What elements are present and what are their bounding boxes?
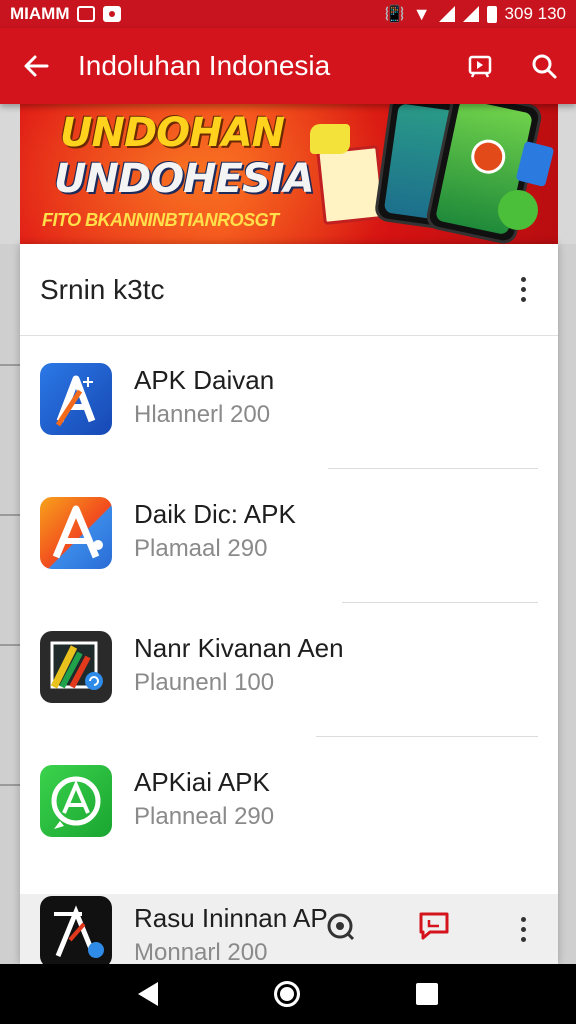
app-subtitle: Monnarl 200 xyxy=(134,939,268,964)
chat-icon xyxy=(327,913,355,941)
signal-icon xyxy=(438,6,455,22)
list-item[interactable]: Rasu Ininnan AP Monnarl 200 xyxy=(20,894,558,964)
more-vert-icon xyxy=(520,916,526,922)
promo-banner[interactable]: UNDOHAN UNDOHESIA FITO BKANNINBTIANROSGT xyxy=(20,104,558,244)
feedback-button[interactable] xyxy=(416,908,452,944)
banner-mascot-graphic xyxy=(498,190,538,230)
nav-home-icon[interactable] xyxy=(274,981,300,1007)
app-toolbar: Indoluhan Indonesia xyxy=(0,28,576,104)
more-options-button[interactable] xyxy=(508,270,538,310)
nav-recents-icon[interactable] xyxy=(416,983,438,1005)
app-subtitle: Hlannerl 200 xyxy=(134,401,271,428)
chat-button[interactable] xyxy=(322,908,358,944)
banner-headline: UNDOHAN xyxy=(60,110,285,156)
toolbar-title: Indoluhan Indonesia xyxy=(78,50,331,81)
apk-a-orange-icon xyxy=(40,497,112,569)
system-nav-bar xyxy=(0,964,576,1024)
sheet-title: Srnin k3tc xyxy=(40,273,165,305)
share-icon xyxy=(468,55,492,78)
search-button[interactable] xyxy=(512,28,576,104)
banner-headline-2: UNDOHESIA xyxy=(54,156,315,202)
clock: 309 130 xyxy=(504,4,566,23)
app-list-sheet: Srnin k3tc APK Daivan Hlannerl 200 Daik … xyxy=(20,244,558,964)
list-item[interactable]: APK Daivan Hlannerl 200 xyxy=(20,336,558,470)
apk-a-green-icon xyxy=(40,765,112,837)
notification-icon xyxy=(77,6,96,22)
list-item[interactable]: Nanr Kivanan Aen Plaunenl 100 xyxy=(20,604,558,738)
sheet-header: Srnin k3tc xyxy=(20,244,558,336)
notification-icon-2 xyxy=(103,6,122,22)
signal-icon-2 xyxy=(462,6,479,22)
back-arrow-icon xyxy=(24,55,49,77)
list-item[interactable]: Daik Dic: APK Plamaal 290 xyxy=(20,470,558,604)
apk-a-dark-icon xyxy=(40,631,112,703)
search-icon xyxy=(532,54,557,79)
app-subtitle: Planneal 290 xyxy=(134,803,275,830)
apk-a-blue-icon xyxy=(40,363,112,435)
app-subtitle: Plamaal 290 xyxy=(134,535,268,562)
apk-a-black-icon xyxy=(40,896,112,964)
feedback-icon xyxy=(419,912,449,940)
app-name: Daik Dic: APK xyxy=(134,499,296,529)
nav-back-icon[interactable] xyxy=(138,982,158,1006)
vibrate-icon: 📳 xyxy=(384,6,405,23)
share-button[interactable] xyxy=(448,28,512,104)
app-name: Nanr Kivanan Aen xyxy=(134,633,344,663)
app-name: Rasu Ininnan AP xyxy=(134,903,328,933)
wifi-icon: ▼ xyxy=(412,3,431,24)
row-more-options-button[interactable] xyxy=(508,909,538,949)
app-subtitle: Plaunenl 100 xyxy=(134,669,275,696)
list-item[interactable]: APKiai APK Planneal 290 xyxy=(20,738,558,872)
more-vert-icon xyxy=(520,277,526,282)
carrier-label: MIAMM xyxy=(10,4,70,23)
battery-icon xyxy=(486,5,497,23)
banner-tagline: FITO BKANNINBTIANROSGT xyxy=(42,210,279,230)
app-name: APKiai APK xyxy=(134,767,270,797)
back-button[interactable] xyxy=(0,28,72,104)
banner-card-art-2 xyxy=(310,124,350,154)
status-bar: MIAMM 📳 ▼ 309 130 xyxy=(0,0,576,28)
app-name: APK Daivan xyxy=(134,365,275,395)
